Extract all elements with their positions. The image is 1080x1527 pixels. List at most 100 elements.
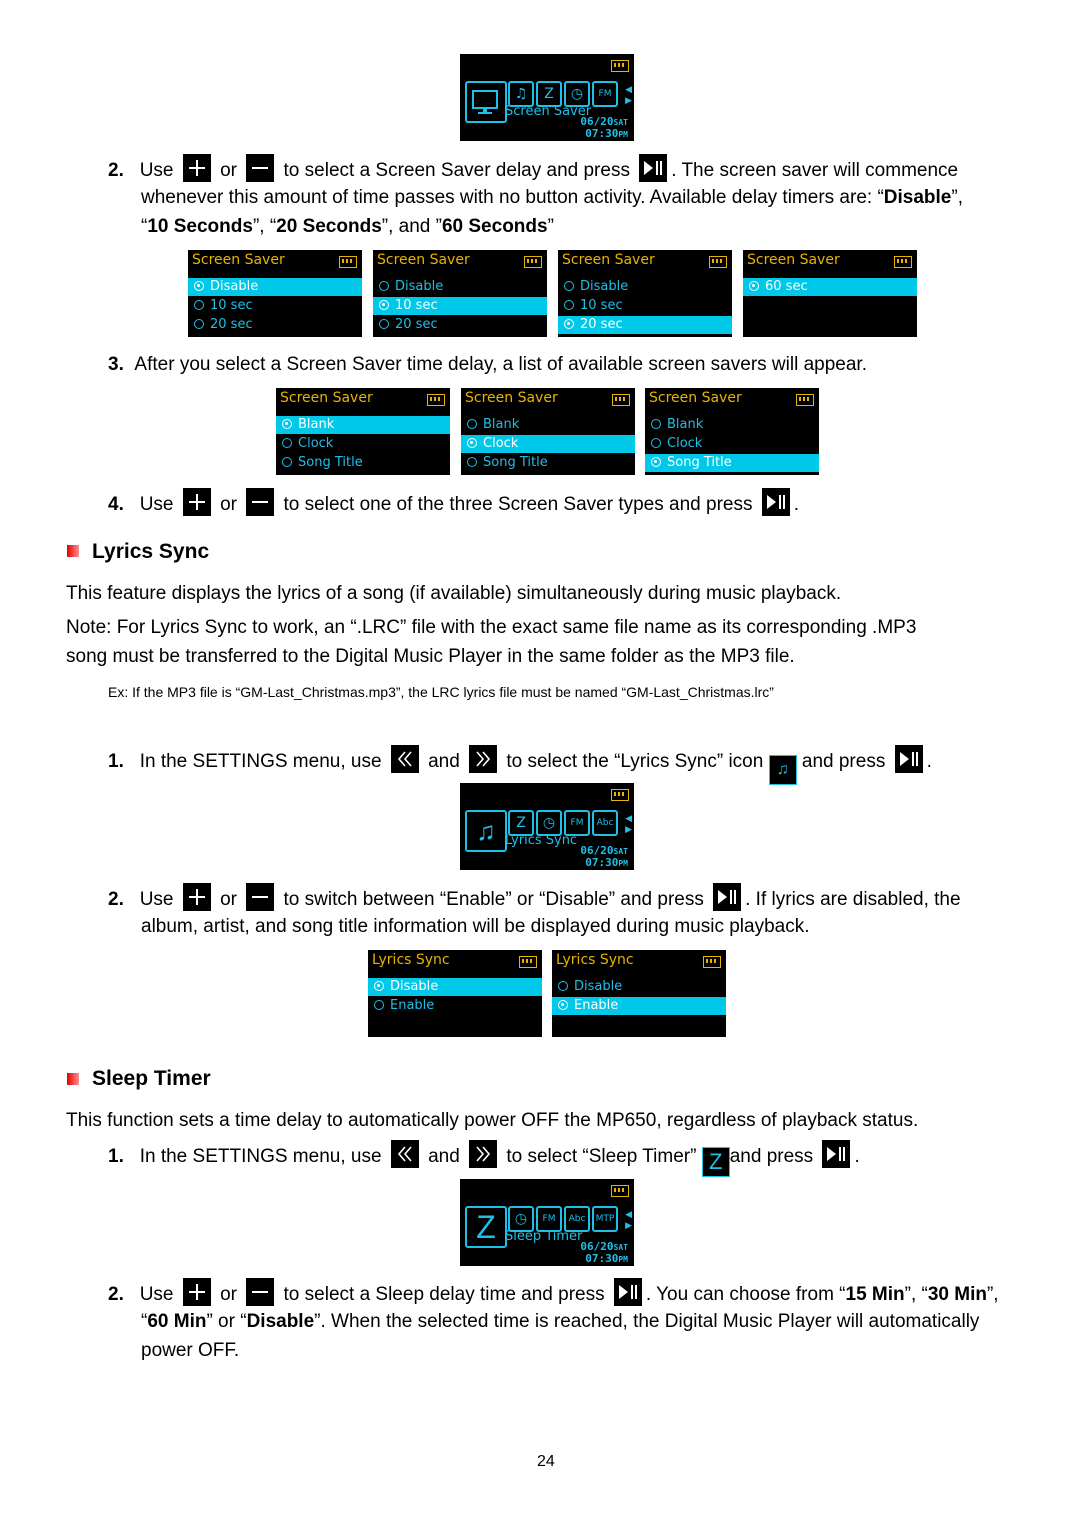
lyrics-step2-line2: album, artist, and song title informatio… (141, 916, 810, 937)
option-label: 20 sec (210, 317, 253, 332)
minus-button-icon (246, 488, 275, 516)
abc-icon: Abc (592, 810, 618, 836)
option-screen: Lyrics Sync Disable Enable (552, 950, 726, 1037)
battery-icon (796, 394, 814, 406)
play-pause-button-icon (639, 154, 668, 182)
sleep-step2-line1: 2. Use or to select a Sleep delay time a… (108, 1278, 999, 1309)
option-item[interactable]: Disable (558, 278, 732, 296)
option-item[interactable]: 10 sec (373, 297, 547, 315)
option-label: 10 sec (580, 298, 623, 313)
option-screen: Screen Saver Disable 10 sec 20 sec (373, 250, 547, 337)
radio-unselected-icon (374, 1000, 384, 1010)
radio-selected-icon (379, 300, 389, 310)
section-bullet-icon (67, 545, 79, 557)
radio-unselected-icon (379, 319, 389, 329)
option-screen: Screen Saver Blank Clock Song Title (276, 388, 450, 475)
forward-button-icon (469, 745, 498, 773)
page-number: 24 (537, 1453, 555, 1470)
date-time: 06/20SAT 07:30PM (580, 1240, 628, 1265)
option-label: Song Title (298, 455, 363, 470)
menu-label: Sleep Timer (505, 1229, 583, 1244)
option-item[interactable]: Blank (276, 416, 450, 434)
radio-unselected-icon (564, 281, 574, 291)
play-pause-button-icon (613, 1278, 642, 1306)
radio-unselected-icon (379, 281, 389, 291)
plus-button-icon (182, 1278, 211, 1306)
option-item[interactable]: Enable (368, 997, 542, 1015)
option-label: Clock (483, 436, 519, 451)
option-item[interactable]: 10 sec (558, 297, 732, 315)
lyrics-example: Ex: If the MP3 file is “GM-Last_Christma… (108, 684, 774, 700)
option-label: Blank (483, 417, 520, 432)
radio-unselected-icon (467, 457, 477, 467)
battery-icon (427, 394, 445, 406)
option-item[interactable]: Disable (373, 278, 547, 296)
sleep-timer-menu-screen: Z ◷ FM Abc MTP ◀ ▶ Sleep Timer 06/20SAT 07… (460, 1179, 634, 1266)
screen-title: Screen Saver (192, 252, 285, 268)
menu-label: Lyrics Sync (505, 833, 578, 848)
option-screen: Screen Saver Disable 10 sec 20 sec (188, 250, 362, 337)
lyrics-note-line1: Note: For Lyrics Sync to work, an “.LRC”… (66, 617, 917, 638)
option-item[interactable]: Song Title (276, 454, 450, 472)
radio-selected-icon (282, 419, 292, 429)
option-item[interactable]: Disable (188, 278, 362, 296)
sleep-timer-icon: Z (701, 1147, 730, 1177)
fm-icon: FM (592, 81, 618, 107)
option-label: 20 sec (580, 317, 623, 332)
option-item[interactable]: Enable (552, 997, 726, 1015)
sleep-timer-heading: Sleep Timer (92, 1067, 211, 1090)
lyrics-intro: This feature displays the lyrics of a so… (66, 583, 842, 604)
option-label: 60 sec (765, 279, 808, 294)
option-item[interactable]: Blank (461, 416, 635, 434)
section-bullet-icon (67, 1073, 79, 1085)
lyrics-sync-menu-screen: ♫ Z ◷ FM Abc ◀ ▶ Lyrics Sync 06/20SAT 07:3… (460, 783, 634, 870)
option-item[interactable]: Clock (276, 435, 450, 453)
screen-title: Lyrics Sync (556, 952, 634, 968)
option-label: 20 sec (395, 317, 438, 332)
radio-unselected-icon (558, 981, 568, 991)
option-label: Clock (298, 436, 334, 451)
option-item[interactable]: Song Title (645, 454, 819, 472)
option-label: Blank (298, 417, 335, 432)
screen-title: Screen Saver (465, 390, 558, 406)
option-item[interactable]: Clock (645, 435, 819, 453)
play-pause-button-icon (894, 745, 923, 773)
option-label: Blank (667, 417, 704, 432)
option-screen: Lyrics Sync Disable Enable (368, 950, 542, 1037)
screen-title: Screen Saver (649, 390, 742, 406)
radio-selected-icon (651, 457, 661, 467)
option-item[interactable]: 20 sec (558, 316, 732, 334)
option-item[interactable]: 60 sec (743, 278, 917, 296)
option-screen: Screen Saver Blank Clock Song Title (645, 388, 819, 475)
radio-unselected-icon (467, 419, 477, 429)
sleep-timer-icon: Z (465, 1206, 507, 1248)
option-item[interactable]: Blank (645, 416, 819, 434)
option-item[interactable]: Disable (368, 978, 542, 996)
screen-title: Screen Saver (280, 390, 373, 406)
radio-selected-icon (194, 281, 204, 291)
date-time: 06/20SAT 07:30PM (580, 115, 628, 140)
option-item[interactable]: 20 sec (188, 316, 362, 334)
option-label: Disable (580, 279, 629, 294)
option-screen: Screen Saver Blank Clock Song Title (461, 388, 635, 475)
radio-unselected-icon (194, 300, 204, 310)
battery-icon (894, 256, 912, 268)
minus-button-icon (246, 883, 275, 911)
battery-icon (524, 256, 542, 268)
minus-button-icon (246, 1278, 275, 1306)
plus-button-icon (182, 883, 211, 911)
ss-step2-line2: whenever this amount of time passes with… (141, 187, 963, 208)
screen-title: Screen Saver (377, 252, 470, 268)
radio-selected-icon (374, 981, 384, 991)
sleep-intro: This function sets a time delay to autom… (66, 1110, 919, 1131)
option-label: Disable (395, 279, 444, 294)
radio-selected-icon (467, 438, 477, 448)
scroll-arrows-icon: ◀ ▶ (625, 84, 632, 105)
option-item[interactable]: Disable (552, 978, 726, 996)
option-item[interactable]: Song Title (461, 454, 635, 472)
option-item[interactable]: Clock (461, 435, 635, 453)
option-item[interactable]: 20 sec (373, 316, 547, 334)
option-label: 10 sec (210, 298, 253, 313)
option-item[interactable]: 10 sec (188, 297, 362, 315)
sleep-step2-line3: power OFF. (141, 1340, 240, 1361)
